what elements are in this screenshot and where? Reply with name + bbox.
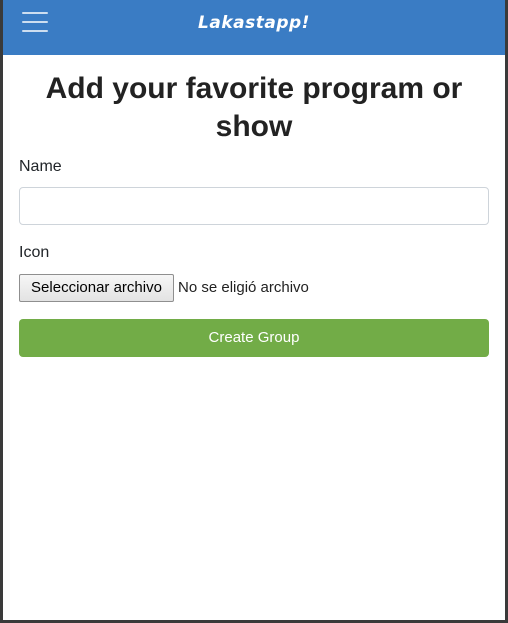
app-window: Lakastapp! Add your favorite program or … <box>3 0 505 620</box>
navbar: Lakastapp! <box>3 0 505 55</box>
name-input[interactable] <box>19 187 489 225</box>
page-title: Add your favorite program or show <box>45 72 463 143</box>
brand-logo[interactable]: Lakastapp! <box>3 13 505 33</box>
name-label: Name <box>19 158 62 175</box>
icon-label: Icon <box>19 244 50 261</box>
file-status-text: No se eligió archivo <box>178 279 309 296</box>
file-select-button[interactable]: Seleccionar archivo <box>19 274 174 302</box>
create-group-button[interactable]: Create Group <box>19 319 489 357</box>
